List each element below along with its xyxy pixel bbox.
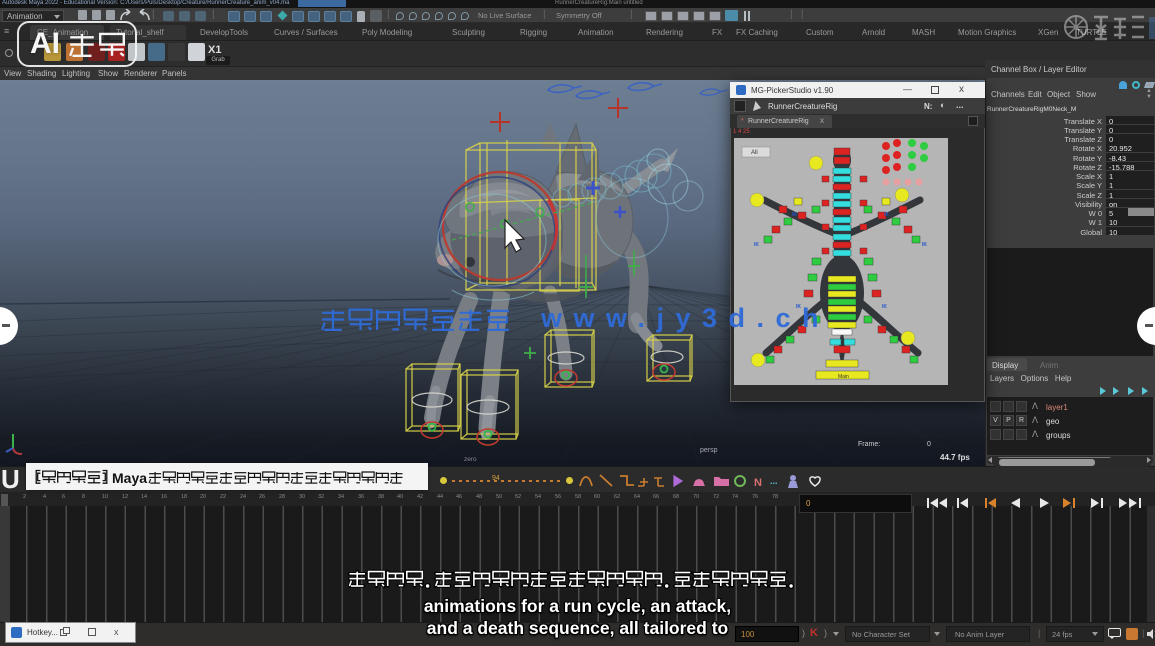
svg-text:...: ... (770, 476, 778, 486)
svg-text:All: All (751, 150, 758, 156)
svg-text:IK: IK (882, 304, 887, 310)
svg-text:Main: Main (838, 374, 849, 380)
svg-text:IK: IK (792, 212, 797, 218)
svg-text:IK: IK (922, 242, 927, 248)
svg-text:IK: IK (884, 212, 889, 218)
svg-text:N: N (754, 477, 762, 489)
svg-text:IK: IK (754, 242, 759, 248)
